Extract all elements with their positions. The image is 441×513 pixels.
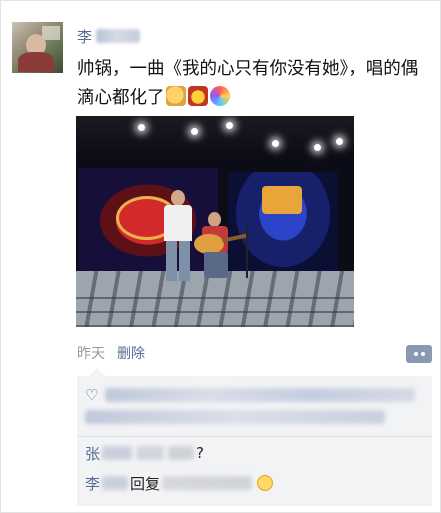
comment-author[interactable]: 张 xyxy=(85,443,100,464)
crown-icon xyxy=(187,86,208,106)
delete-link[interactable]: 删除 xyxy=(117,343,145,363)
post-time: 昨天 xyxy=(77,346,105,362)
dot-icon xyxy=(420,352,425,356)
comment-row[interactable]: 李 回复 xyxy=(85,472,274,494)
comment-text: 回复 xyxy=(130,474,161,493)
likes-redacted xyxy=(105,388,415,402)
heart-icon: ♡ xyxy=(85,386,99,404)
redacted xyxy=(102,476,129,490)
moments-post: 李 帅锅，一曲《我的心只有你没有她》，唱的偶滴心都化了 昨天 删除 ♡ 张 ? … xyxy=(0,0,441,513)
post-photo[interactable] xyxy=(76,116,354,327)
username-redacted xyxy=(96,29,141,43)
redacted xyxy=(162,476,253,490)
thumbs-up-icon xyxy=(165,86,186,106)
comment-text: ? xyxy=(196,444,204,462)
comment-action-button[interactable] xyxy=(406,345,432,363)
party-popper-icon xyxy=(209,86,230,106)
redacted xyxy=(136,446,165,460)
likes-row: ♡ xyxy=(85,384,425,428)
post-username[interactable]: 李 xyxy=(77,26,141,46)
likes-redacted xyxy=(85,410,385,424)
redacted xyxy=(168,446,195,460)
smile-icon xyxy=(257,475,274,491)
comment-author[interactable]: 李 xyxy=(85,473,100,494)
redacted xyxy=(102,446,133,460)
username-text: 李 xyxy=(77,27,93,46)
comment-row[interactable]: 张 ? xyxy=(85,442,204,464)
post-text: 帅锅，一曲《我的心只有你没有她》，唱的偶滴心都化了 xyxy=(77,55,433,113)
dot-icon xyxy=(413,352,418,356)
divider xyxy=(77,436,432,437)
avatar[interactable] xyxy=(12,22,63,73)
comments-panel: ♡ 张 ? 李 回复 xyxy=(77,368,432,506)
post-text-content: 帅锅，一曲《我的心只有你没有她》，唱的偶滴心都化了 xyxy=(77,59,419,108)
